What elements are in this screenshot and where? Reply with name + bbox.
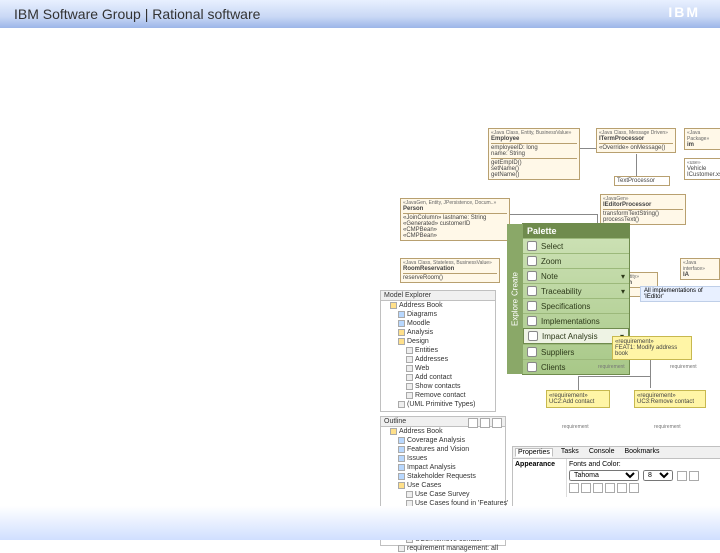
palette-item-traceability[interactable]: Traceability▾ [523, 283, 629, 298]
relation-label: requirement [670, 364, 697, 370]
tool-icon[interactable] [629, 483, 639, 493]
tab-tasks[interactable]: Tasks [559, 448, 581, 457]
main-area: «Java Class, Entity, BusinessValue» Empl… [0, 28, 720, 540]
footer-gradient [0, 506, 720, 540]
uml-node-itermprocessor[interactable]: «Java Class, Message Driven» ITermProces… [596, 128, 676, 153]
relation-label: requirement [654, 424, 681, 430]
chevron-down-icon: ▾ [621, 287, 625, 296]
tool-icon[interactable] [492, 418, 502, 428]
ibm-logo: IBM [668, 4, 700, 20]
uml-node-package-im[interactable]: «Java Package» im [684, 128, 720, 150]
cursor-icon [527, 241, 537, 251]
tool-icon[interactable] [617, 483, 627, 493]
uml-node-ia[interactable]: «Java interface» IA [680, 258, 720, 280]
implementations-dropdown[interactable]: All implementations of 'IEditor' [640, 286, 720, 302]
palette-item-select[interactable]: Select [523, 238, 629, 253]
clients-icon [527, 362, 537, 372]
requirement-note-uc2[interactable]: «requirement» UC2:Add contact [546, 390, 610, 408]
palette-item-specifications[interactable]: Specifications [523, 298, 629, 313]
tab-properties[interactable]: Properties [515, 448, 553, 457]
italic-icon[interactable] [689, 471, 699, 481]
model-tree[interactable]: Address Book Diagrams Moodle Analysis De… [381, 301, 495, 409]
tool-icon[interactable] [480, 418, 490, 428]
tool-icon[interactable] [605, 483, 615, 493]
requirement-note-uc3[interactable]: «requirement» UC3:Remove contact [634, 390, 706, 408]
specifications-icon [527, 301, 537, 311]
tool-icon[interactable] [468, 418, 478, 428]
palette-tab-create[interactable]: Create [511, 272, 520, 296]
editor-toolbar[interactable] [569, 483, 639, 493]
properties-section[interactable]: Appearance [513, 459, 567, 497]
uml-node-person[interactable]: «JavaGen, Entity, JPersistence, Docum..»… [400, 198, 510, 241]
implementations-icon [527, 316, 537, 326]
impact-icon [528, 331, 538, 341]
header-title: IBM Software Group | Rational software [14, 6, 260, 22]
suppliers-icon [527, 347, 537, 357]
font-select[interactable]: Tahoma [569, 470, 639, 481]
palette-item-implementations[interactable]: Implementations [523, 313, 629, 328]
outline-toolbar[interactable] [468, 418, 502, 428]
font-label: Fonts and Color: [569, 461, 621, 468]
uml-label-textprocessor: TextProcessor [614, 176, 670, 186]
tab-bookmarks[interactable]: Bookmarks [623, 448, 662, 457]
font-size-select[interactable]: 8 [643, 470, 673, 481]
tool-icon[interactable] [593, 483, 603, 493]
palette-header: Palette [523, 224, 629, 238]
properties-tabs[interactable]: Properties Tasks Console Bookmarks [513, 447, 720, 459]
zoom-icon [527, 256, 537, 266]
tab-console[interactable]: Console [587, 448, 617, 457]
app-header: IBM Software Group | Rational software I… [0, 0, 720, 28]
model-explorer-panel[interactable]: Model Explorer Address Book Diagrams Moo… [380, 290, 496, 412]
font-style-toolbar[interactable] [677, 471, 699, 481]
relation-label: requirement [598, 364, 625, 370]
palette-tab-explore[interactable]: Explore [511, 299, 520, 326]
folder-icon [390, 302, 397, 309]
palette-side-tabs[interactable]: Explore Create [507, 224, 523, 374]
palette-item-note[interactable]: Note▾ [523, 268, 629, 283]
uml-node-roomreservation[interactable]: «Java Class, Stateless, BusinessValue» R… [400, 258, 500, 283]
note-icon [527, 271, 537, 281]
traceability-icon [527, 286, 537, 296]
uml-node-employee[interactable]: «Java Class, Entity, BusinessValue» Empl… [488, 128, 580, 180]
outline-tab[interactable]: Outline [381, 417, 505, 427]
chevron-down-icon: ▾ [621, 272, 625, 281]
relation-label: requirement [562, 424, 589, 430]
model-explorer-tab[interactable]: Model Explorer [381, 291, 495, 301]
requirement-note-feat1[interactable]: «requirement» FEAT1: Modify address book [612, 336, 692, 360]
uml-artifact-vehicle[interactable]: «use» Vehicle ICustomer.xsd [684, 158, 720, 180]
tool-icon[interactable] [569, 483, 579, 493]
uml-node-ieditorprocessor[interactable]: «JavaGen» IEditorProcessor transformText… [600, 194, 686, 225]
bold-icon[interactable] [677, 471, 687, 481]
tool-icon[interactable] [581, 483, 591, 493]
palette-item-zoom[interactable]: Zoom [523, 253, 629, 268]
